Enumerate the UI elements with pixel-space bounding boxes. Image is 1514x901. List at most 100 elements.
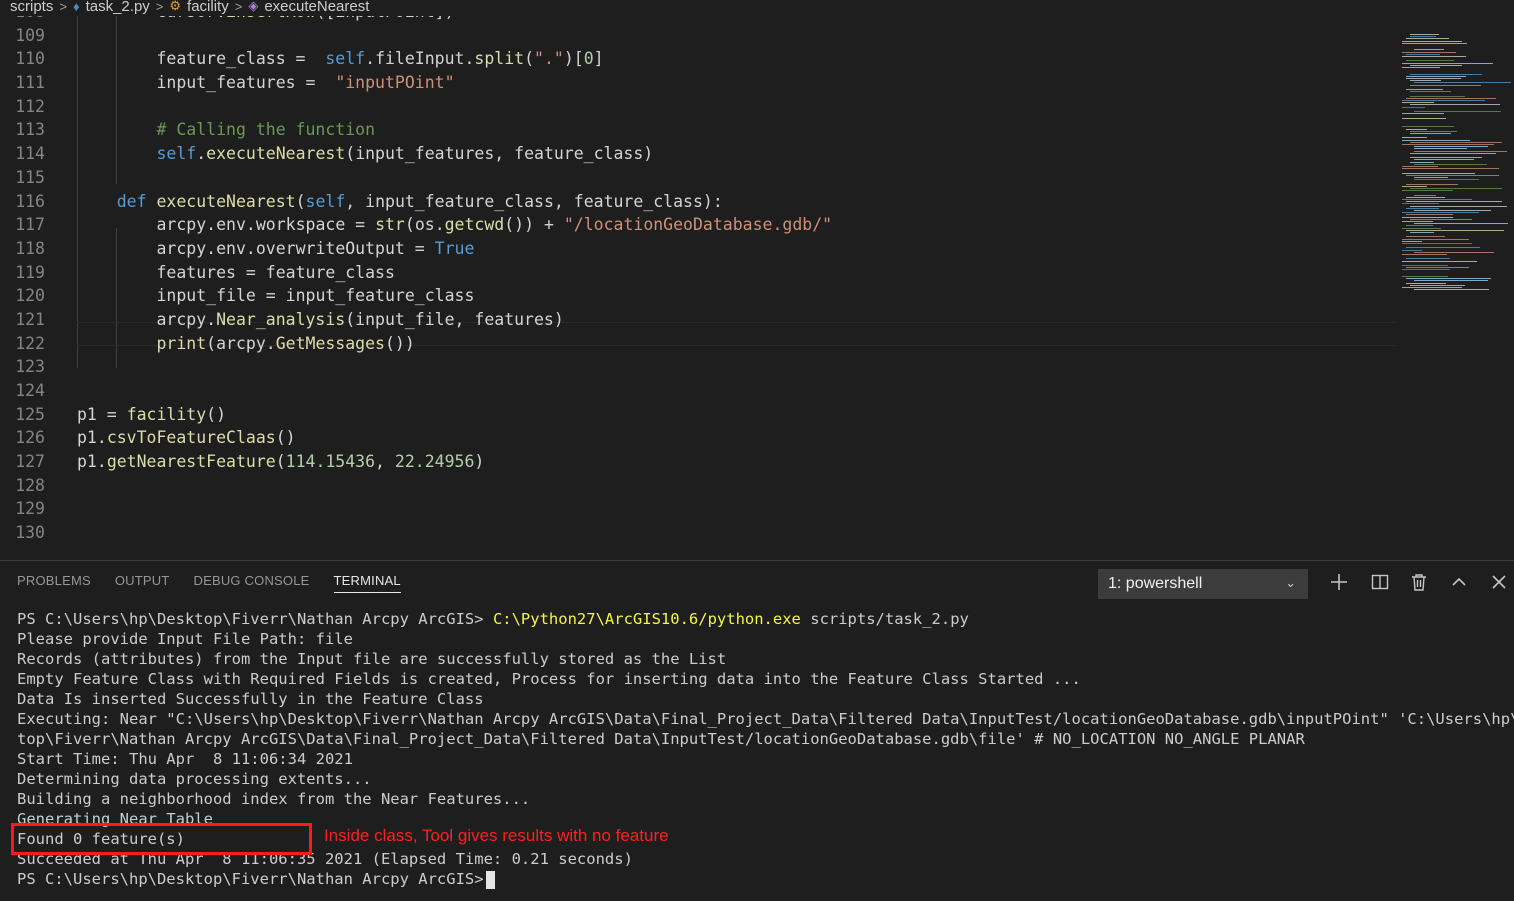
line-number: 129 bbox=[15, 499, 45, 519]
minimap-line bbox=[1410, 152, 1497, 154]
breadcrumb-scripts[interactable]: scripts bbox=[10, 0, 53, 15]
minimap-line bbox=[1402, 260, 1477, 262]
line-number: 111 bbox=[15, 73, 45, 93]
minimap-line bbox=[1402, 67, 1440, 68]
terminal-line: Records (attributes) from the Input file… bbox=[17, 650, 727, 668]
minimap-line bbox=[1410, 232, 1435, 233]
terminal-command-exe: C:\Python27\ArcGIS10.6/python.exe bbox=[492, 610, 801, 628]
minimap-line bbox=[1402, 240, 1422, 242]
line-code: print(arcpy.GetMessages()) bbox=[156, 333, 415, 353]
code-line[interactable]: 116 def executeNearest(self, input_featu… bbox=[0, 190, 1400, 214]
terminal-line: top\Fiverr\Nathan Arcpy ArcGIS\Data\Fina… bbox=[17, 730, 1305, 748]
line-code: cursor.insertRow([inputPoint]) bbox=[77, 16, 454, 24]
minimap-line bbox=[1406, 278, 1492, 280]
tab-output[interactable]: OUTPUT bbox=[115, 573, 170, 593]
minimap-line bbox=[1402, 254, 1447, 255]
minimap-line bbox=[1402, 56, 1466, 57]
minimap-line bbox=[1402, 269, 1451, 271]
code-line[interactable]: 121 arcpy.Near_analysis(input_file, feat… bbox=[0, 308, 1400, 332]
line-number: 114 bbox=[15, 144, 45, 164]
code-editor[interactable]: 108 cursor.insertRow([inputPoint])109110… bbox=[0, 16, 1514, 560]
line-code: features = feature_class bbox=[156, 262, 395, 282]
minimap-line bbox=[1410, 188, 1503, 189]
code-line[interactable]: 128 bbox=[0, 474, 1400, 498]
line-code: arcpy.env.workspace = str(os.getcwd()) +… bbox=[156, 215, 833, 235]
close-icon[interactable] bbox=[1486, 569, 1512, 595]
tab-debug-console[interactable]: DEBUG CONSOLE bbox=[194, 573, 310, 593]
line-number: 122 bbox=[15, 333, 45, 353]
minimap-line bbox=[1414, 163, 1487, 165]
code-line[interactable]: 117 arcpy.env.workspace = str(os.getcwd(… bbox=[0, 213, 1400, 237]
terminal-prompt: PS C:\Users\hp\Desktop\Fiverr\Nathan Arc… bbox=[17, 870, 484, 888]
minimap-line bbox=[1414, 159, 1475, 161]
code-line[interactable]: 130 bbox=[0, 521, 1400, 545]
line-number: 113 bbox=[15, 120, 45, 140]
minimap-line bbox=[1406, 38, 1449, 40]
minimap-line bbox=[1402, 203, 1439, 205]
code-line[interactable]: 127 p1.getNearestFeature(114.15436, 22.24… bbox=[0, 450, 1400, 474]
minimap-line bbox=[1406, 75, 1466, 77]
minimap-line bbox=[1414, 194, 1437, 196]
minimap-line bbox=[1414, 210, 1491, 211]
line-number: 123 bbox=[15, 357, 45, 377]
code-line[interactable]: 112 bbox=[0, 95, 1400, 119]
chevron-right-icon: > bbox=[59, 0, 67, 14]
minimap-line bbox=[1402, 190, 1454, 192]
breadcrumb-method[interactable]: executeNearest bbox=[264, 0, 369, 15]
tab-problems[interactable]: PROBLEMS bbox=[17, 573, 91, 593]
code-line[interactable]: 111 input_features = "inputPOint" bbox=[0, 71, 1400, 95]
minimap-line bbox=[1402, 51, 1456, 53]
minimap-line bbox=[1402, 144, 1494, 145]
minimap-line bbox=[1406, 60, 1454, 62]
breadcrumb-file[interactable]: task_2.py bbox=[86, 0, 150, 15]
code-line[interactable]: 115 bbox=[0, 166, 1400, 190]
terminal-command-line: PS C:\Users\hp\Desktop\Fiverr\Nathan Arc… bbox=[17, 609, 1507, 629]
minimap-line bbox=[1406, 225, 1433, 227]
minimap-line bbox=[1414, 49, 1444, 51]
tab-terminal[interactable]: TERMINAL bbox=[333, 573, 401, 593]
terminal-line: Building a neighborhood index from the N… bbox=[17, 790, 531, 808]
code-line[interactable]: 126 p1.csvToFeatureClaas() bbox=[0, 426, 1400, 450]
minimap-line bbox=[1410, 205, 1508, 207]
line-number: 127 bbox=[15, 452, 45, 472]
code-line[interactable]: 123 bbox=[0, 355, 1400, 379]
code-line[interactable]: 118 arcpy.env.overwriteOutput = True bbox=[0, 237, 1400, 261]
code-line[interactable]: 108 cursor.insertRow([inputPoint]) bbox=[0, 16, 1400, 24]
line-number: 128 bbox=[15, 475, 45, 495]
code-line[interactable]: 122 print(arcpy.GetMessages()) bbox=[0, 332, 1400, 356]
chevron-up-icon[interactable] bbox=[1446, 569, 1472, 595]
minimap-line bbox=[1402, 137, 1428, 139]
plus-icon[interactable] bbox=[1326, 569, 1352, 595]
code-line[interactable]: 110 feature_class = self.fileInput.split… bbox=[0, 47, 1400, 71]
code-line[interactable]: 119 features = feature_class bbox=[0, 261, 1400, 285]
minimap-line bbox=[1402, 287, 1462, 288]
panel-tabs: PROBLEMS OUTPUT DEBUG CONSOLE TERMINAL bbox=[17, 573, 425, 593]
minimap-line bbox=[1402, 106, 1425, 108]
code-lines[interactable]: 108 cursor.insertRow([inputPoint])109110… bbox=[0, 16, 1400, 545]
terminal-line: Data Is inserted Successfully in the Fea… bbox=[17, 690, 484, 708]
code-line[interactable]: 113 # Calling the function bbox=[0, 118, 1400, 142]
code-line[interactable]: 114 self.executeNearest(input_features, … bbox=[0, 142, 1400, 166]
line-number: 115 bbox=[15, 167, 45, 187]
minimap-line bbox=[1414, 111, 1502, 112]
line-number: 119 bbox=[15, 262, 45, 282]
code-line[interactable]: 109 bbox=[0, 24, 1400, 48]
trash-icon[interactable] bbox=[1406, 569, 1432, 595]
minimap[interactable] bbox=[1400, 16, 1514, 296]
terminal-prompt: PS C:\Users\hp\Desktop\Fiverr\Nathan Arc… bbox=[17, 610, 484, 628]
minimap-line bbox=[1402, 276, 1449, 277]
python-file-icon: ♦ bbox=[72, 0, 80, 14]
code-line[interactable]: 120 input_file = input_feature_class bbox=[0, 284, 1400, 308]
code-line[interactable]: 129 bbox=[0, 497, 1400, 521]
minimap-line bbox=[1402, 243, 1472, 244]
minimap-line bbox=[1402, 62, 1493, 64]
minimap-line bbox=[1410, 133, 1452, 134]
minimap-line bbox=[1410, 157, 1483, 159]
terminal-select[interactable]: 1: powershell ⌄ bbox=[1098, 569, 1308, 599]
code-line[interactable]: 125 p1 = facility() bbox=[0, 403, 1400, 427]
line-number: 110 bbox=[15, 49, 45, 69]
minimap-line bbox=[1414, 251, 1495, 253]
code-line[interactable]: 124 bbox=[0, 379, 1400, 403]
breadcrumb-class[interactable]: facility bbox=[187, 0, 229, 15]
split-icon[interactable] bbox=[1367, 569, 1393, 595]
